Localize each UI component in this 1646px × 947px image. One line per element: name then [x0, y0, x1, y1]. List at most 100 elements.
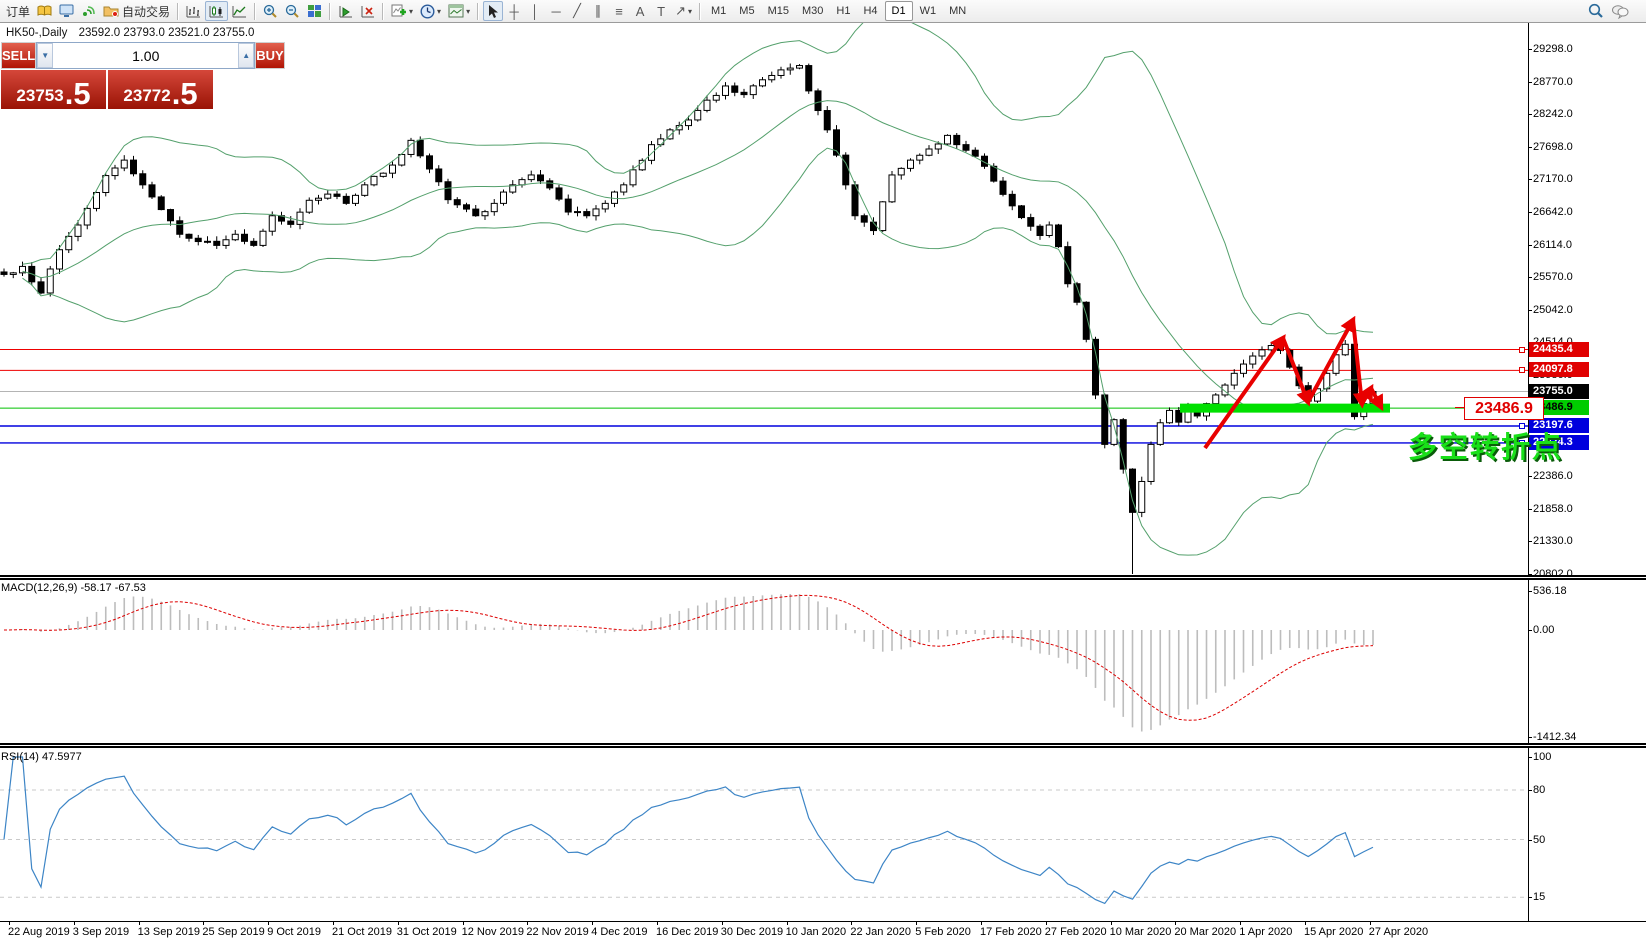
arrows-button-dropdown-arrow[interactable]: ▾ [688, 7, 692, 16]
timeframe-h1-button[interactable]: H1 [830, 2, 856, 20]
chart-title: HK50-,Daily 23592.0 23793.0 23521.0 2375… [6, 27, 254, 39]
candle-body [629, 169, 637, 186]
candle-body [204, 240, 211, 243]
fibonacci-button[interactable]: ≡ [609, 1, 629, 21]
candle-body [1249, 355, 1257, 365]
candle-body [583, 211, 591, 217]
buy-price-box[interactable]: 23772 .5 [108, 70, 213, 109]
volume-input[interactable] [53, 43, 239, 68]
search-icon[interactable] [1585, 1, 1607, 21]
volume-decrease-button[interactable]: ▼ [37, 43, 54, 68]
price-axis-tick: 29298.0 [1528, 43, 1573, 55]
line-chart-button[interactable] [229, 1, 250, 21]
date-axis-tick [916, 921, 918, 925]
macd-canvas[interactable] [0, 580, 1528, 743]
turning-point-annotation[interactable]: 多空转折点 [1408, 424, 1563, 466]
candle-body [749, 85, 757, 96]
trendline-glyph: ╱ [573, 3, 581, 18]
periods-button-dropdown-arrow[interactable]: ▾ [437, 7, 441, 16]
support-zone-band [1180, 403, 1390, 413]
volume-increase-button[interactable]: ▲ [238, 43, 255, 68]
autotrading-button[interactable]: 自动交易 [100, 1, 173, 21]
timeframe-h4-button[interactable]: H4 [857, 2, 883, 20]
crosshair-button[interactable]: ┼ [504, 1, 524, 21]
timeframe-d1-button[interactable]: D1 [884, 1, 913, 21]
date-axis-label: 27 Apr 2020 [1368, 926, 1429, 938]
candle-body [934, 143, 942, 150]
sell-button[interactable]: SELL [1, 42, 37, 69]
main-chart-canvas[interactable] [0, 23, 1528, 577]
bar-chart-button[interactable] [183, 1, 204, 21]
candle-body [287, 220, 295, 225]
tile-windows-button[interactable] [304, 1, 325, 21]
periods-button[interactable]: ▾ [417, 1, 444, 21]
candle-body [463, 204, 470, 210]
toolbar: 订单 自动交易 ▾ ▾ ▾ ┼ │ ─ ╱ ∥ ≡ A T ↗ ▾ M1 M5 M15 M30 H1 H4 D1 W1 MN [0, 0, 1646, 23]
trendline-button[interactable]: ╱ [567, 1, 587, 21]
chart-profile-button[interactable] [335, 1, 356, 21]
zoom-in-button[interactable] [260, 1, 281, 21]
buy-button[interactable]: BUY [255, 42, 285, 69]
candle-body [740, 91, 748, 96]
timeframe-mn-button[interactable]: MN [943, 2, 972, 20]
candle-body [555, 187, 563, 200]
timeframe-w1-button[interactable]: W1 [914, 2, 943, 20]
candle-body [426, 155, 433, 170]
support-label-connector [1455, 407, 1464, 408]
candle-body [56, 249, 63, 270]
date-axis-label: 4 Dec 2019 [591, 926, 648, 938]
cursor-button[interactable] [483, 1, 504, 21]
candle-body [296, 211, 304, 225]
timeframe-m5-button[interactable]: M5 [733, 2, 760, 20]
date-axis-tick [397, 921, 399, 925]
label-button[interactable]: T [651, 1, 671, 21]
candle-body [518, 179, 526, 186]
candle-body [213, 240, 221, 246]
signals-icon[interactable] [78, 1, 99, 21]
date-axis-label: 12 Nov 2019 [461, 926, 524, 938]
timeframe-m1-button[interactable]: M1 [705, 2, 732, 20]
rsi-canvas[interactable] [0, 748, 1528, 921]
candle-body [546, 180, 554, 189]
timeframe-m15-button[interactable]: M15 [762, 2, 795, 20]
terminal-icon[interactable] [56, 1, 77, 21]
new-chart-button[interactable]: ▾ [388, 1, 416, 21]
text-button[interactable]: A [630, 1, 650, 21]
date-axis-tick [203, 921, 205, 925]
date-axis-label: 31 Oct 2019 [396, 926, 457, 938]
macd-axis-tick: 536.18 [1528, 585, 1567, 597]
price-axis-line [1528, 23, 1529, 921]
level-line-anchor [1519, 367, 1525, 374]
one-click-trading-panel: SELL ▼ ▲ BUY 23753 .5 23772 .5 [1, 42, 285, 109]
chat-icon[interactable] [1608, 1, 1632, 21]
macd-panel-divider[interactable] [0, 575, 1646, 580]
volume-stepper: ▼ ▲ [36, 42, 256, 69]
channel-button[interactable]: ∥ [588, 1, 608, 21]
zoom-out-button[interactable] [282, 1, 303, 21]
candle-body [999, 180, 1007, 195]
candle-body [712, 94, 720, 101]
candle-body [453, 199, 461, 206]
new-order-button[interactable]: 订单 [3, 1, 33, 21]
indicators-button[interactable]: ▾ [445, 1, 473, 21]
candle-body [167, 209, 174, 222]
rsi-panel-divider[interactable] [0, 743, 1646, 748]
candle-body [481, 211, 489, 217]
candlestick-chart-button[interactable] [205, 1, 229, 21]
chart-shift-button[interactable] [357, 1, 378, 21]
hline-button[interactable]: ─ [546, 1, 566, 21]
chart-ohlc-values: 23592.0 23793.0 23521.0 23755.0 [78, 27, 255, 39]
indicators-button-dropdown-arrow[interactable]: ▾ [466, 7, 470, 16]
timeframe-m30-button[interactable]: M30 [796, 2, 829, 20]
arrows-glyph: ↗ [675, 3, 686, 18]
arrows-button[interactable]: ↗ ▾ [672, 1, 695, 21]
candle-body [925, 148, 933, 156]
support-price-label[interactable]: 23486.9 [1464, 397, 1544, 420]
rsi-axis-tick: 50 [1527, 834, 1546, 846]
price-level-badge: 24435.4 [1529, 341, 1589, 357]
vline-button[interactable]: │ [525, 1, 545, 21]
sell-price-box[interactable]: 23753 .5 [1, 70, 106, 109]
order-book-icon[interactable] [34, 1, 55, 21]
new-chart-button-dropdown-arrow[interactable]: ▾ [409, 7, 413, 16]
date-axis-label: 17 Feb 2020 [980, 926, 1042, 938]
